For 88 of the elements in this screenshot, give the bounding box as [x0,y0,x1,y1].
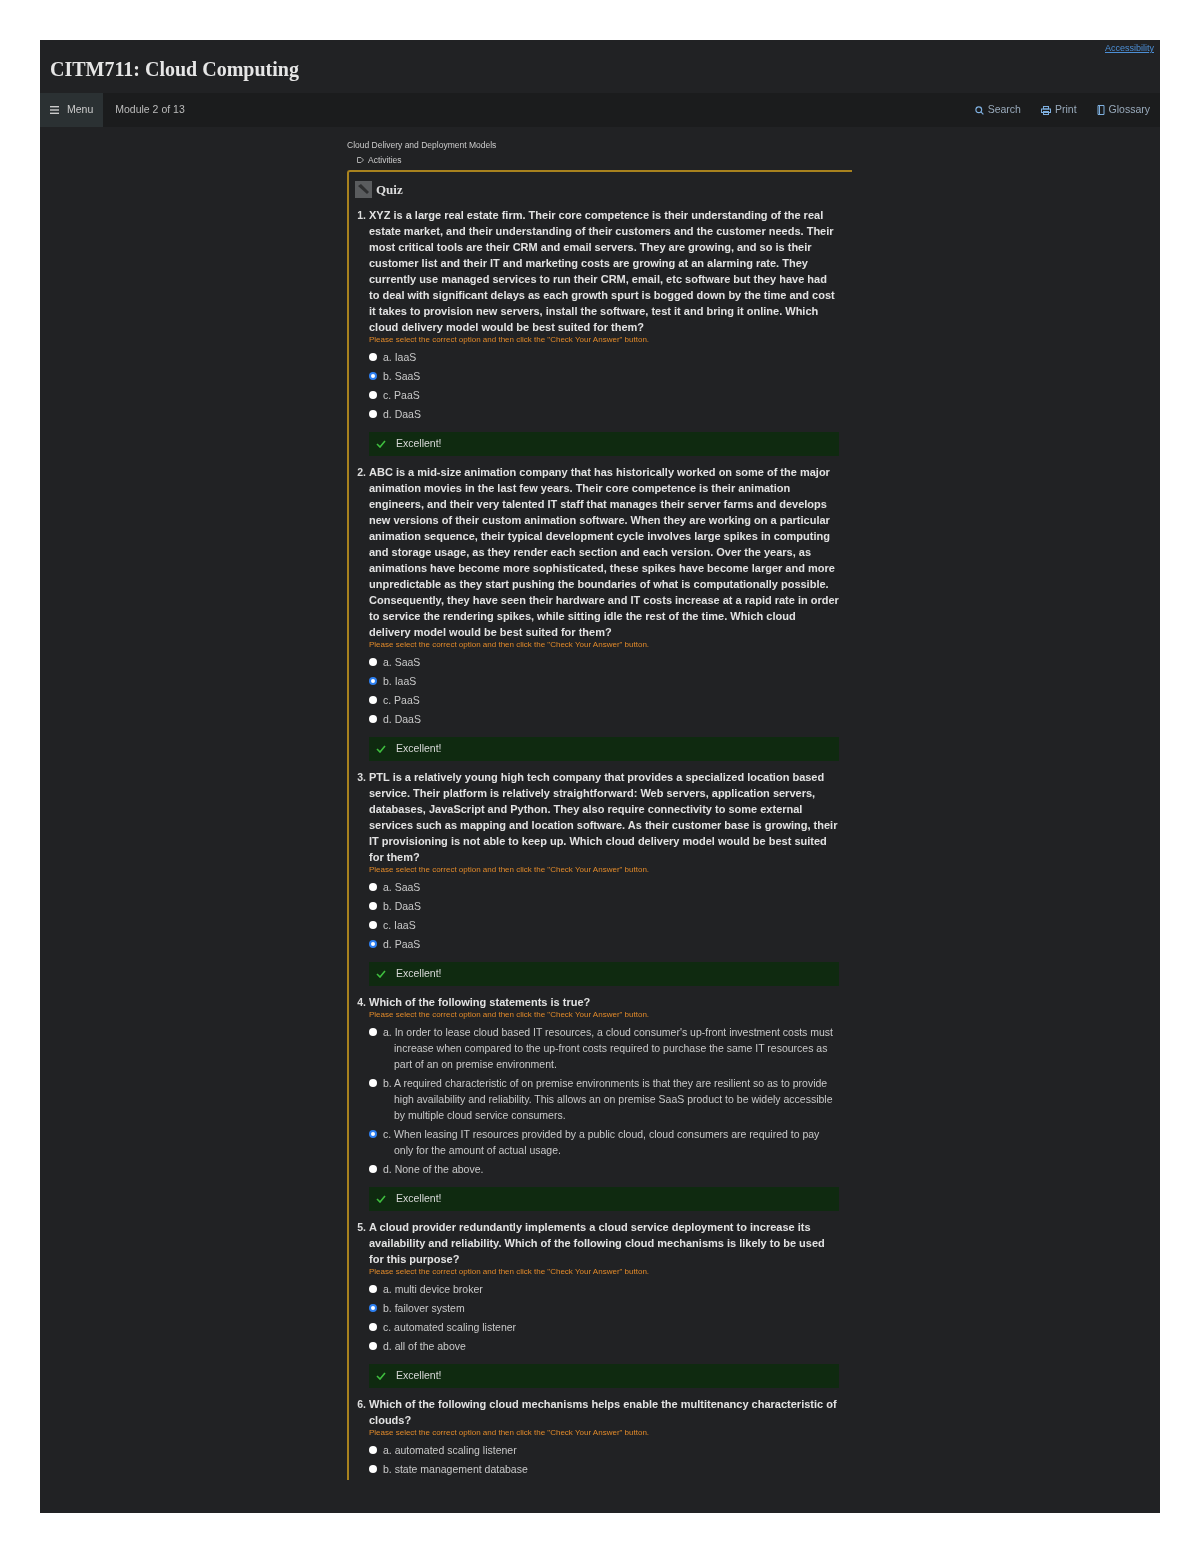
section-label: Activities [368,153,402,167]
module-indicator: Module 2 of 13 [114,102,186,118]
check-icon [376,970,386,978]
feedback-text: Excellent! [396,436,442,452]
option-label: a. automated scaling listener [383,1443,517,1458]
instruction-text: Please select the correct option and then click the "Check Your Answer" button. [369,335,651,344]
option-label: b. A required characteristic of on premise environments is that they are resilient so as to provide high availability and reliability. This allows an on premise SaaS product to be widely accessible by multiple cloud service consumers. [383,1076,834,1123]
radio-button[interactable] [369,715,377,723]
option-label: a. SaaS [383,880,421,895]
radio-button[interactable] [369,1465,377,1473]
check-icon [376,1372,386,1380]
radio-button[interactable] [369,921,377,929]
question-text: PTL is a relatively young high tech company that provides a specialized location based service. Their platform is relatively straightforward: Web servers, application servers, databases, JavaScript and Python. They also require connectivity to some external services such as mapping and location software. As their customer base is growing, their IT provisioning is not able to keep up. Which cloud delivery model would be best suited for them? [369,770,839,865]
breadcrumb-link[interactable]: Cloud Delivery and Deployment Models [347,139,852,152]
instruction-text: Please select the correct option and then click the "Check Your Answer" button. [369,1267,651,1276]
radio-button[interactable] [369,1342,377,1350]
accessibility-link[interactable]: Accessibility [1105,42,1154,56]
question-text: Which of the following statements is true? [369,995,592,1010]
option-label: c. When leasing IT resources provided by a public cloud, cloud consumers are required to pay only for the amount of actual usage. [383,1127,821,1158]
question-number: 2. [356,465,366,480]
radio-button[interactable] [369,902,377,910]
radio-button[interactable] [369,677,377,685]
option-label: b. IaaS [383,674,417,689]
search-button[interactable]: Search [964,93,1031,127]
option-label: d. DaaS [383,712,421,727]
radio-button[interactable] [369,696,377,704]
instruction-text: Please select the correct option and then click the "Check Your Answer" button. [369,640,651,649]
course-title: CITM711: Cloud Computing [50,57,300,83]
radio-button[interactable] [369,1079,377,1087]
radio-button[interactable] [369,410,377,418]
question-text: XYZ is a large real estate firm. Their core competence is their understanding of the real estate market, and their understanding of their customers and the customer needs. Their most critical tools are their CRM and email servers. They are growing, and so is their customer list and their IT and marketing costs are growing at an alarming rate. They currently use managed services to run their CRM, email, etc software but they have had to deal with significant delays as each growth spurt is bogged down by the time and cost it takes to provision new servers, install the software, test it and bring it online. Which cloud delivery model would be best suited for them? [369,208,836,335]
radio-button[interactable] [369,658,377,666]
feedback-text: Excellent! [396,1191,442,1207]
radio-button[interactable] [369,883,377,891]
menu-button[interactable]: Menu [40,93,104,127]
instruction-text: Please select the correct option and then click the "Check Your Answer" button. [369,1010,651,1019]
option-label: c. PaaS [383,693,420,708]
option-label: c. automated scaling listener [383,1320,517,1335]
glossary-button[interactable]: Glossary [1086,93,1160,127]
question-text: Which of the following cloud mechanisms helps enable the multitenancy characteristic of clouds? [369,1397,838,1428]
radio-button[interactable] [369,1446,377,1454]
option-label: a. multi device broker [383,1282,483,1297]
option-label: a. IaaS [383,350,417,365]
radio-button[interactable] [369,1130,377,1138]
option-label: c. IaaS [383,918,416,933]
option-label: b. state management database [383,1462,528,1477]
radio-button[interactable] [369,353,377,361]
option-label: d. DaaS [383,407,421,422]
option-label: d. None of the above. [383,1162,484,1177]
question-number: 6. [356,1397,366,1412]
instruction-text: Please select the correct option and then click the "Check Your Answer" button. [369,865,651,874]
feedback-text: Excellent! [396,966,442,982]
print-button[interactable]: Print [1030,93,1087,127]
option-label: b. failover system [383,1301,465,1316]
question-number: 3. [356,770,366,785]
option-label: b. DaaS [383,899,421,914]
check-icon [376,1195,386,1203]
activity-icon [357,157,364,164]
check-icon [376,440,386,448]
radio-button[interactable] [369,1028,377,1036]
feedback-text: Excellent! [396,1368,442,1384]
option-label: d. PaaS [383,937,421,952]
search-icon [974,105,984,115]
printer-icon [1040,105,1051,115]
radio-button[interactable] [369,372,377,380]
quiz-title: Quiz [376,180,403,199]
radio-button[interactable] [369,940,377,948]
question-text: ABC is a mid-size animation company that has historically worked on some of the major animation movies in the last few years. Their core competence is their animation engineers, and their very talented IT staff that manages their server farms and develops new versions of their custom animation software. When they are working on a particular animation sequence, their typical development cycle involves large spikes in computing and storage usage, as they render each section and each version. Over the years, as animations have become more sophisticated, these spikes have become larger and more unpredictable as they start pushing the boundaries of what is computationally possible. Consequently, they have seen their hardware and IT costs increase at a rapid rate in order to service the rendering spikes, while sitting idle the rest of the time. Which cloud delivery model would be best suited for them? [369,465,839,640]
radio-button[interactable] [369,1165,377,1173]
question-number: 1. [356,208,366,223]
question-text: A cloud provider redundantly implements a cloud service deployment to increase its availability and reliability. Which of the following cloud mechanisms is likely to be used for this purpose? [369,1220,826,1267]
book-icon [1096,105,1105,115]
radio-button[interactable] [369,1323,377,1331]
radio-button[interactable] [369,1285,377,1293]
option-label: c. PaaS [383,388,420,403]
option-label: a. SaaS [383,655,421,670]
radio-button[interactable] [369,391,377,399]
question-number: 5. [356,1220,366,1235]
option-label: a. In order to lease cloud based IT resources, a cloud consumer's up-front investment costs must increase when compared to the up-front costs required to purchase the same IT resources as part of an on premise environment. [383,1025,835,1072]
instruction-text: Please select the correct option and then click the "Check Your Answer" button. [369,1428,651,1437]
option-label: d. all of the above [383,1339,466,1354]
radio-button[interactable] [369,1304,377,1312]
feedback-text: Excellent! [396,741,442,757]
menu-icon [50,106,59,114]
question-number: 4. [356,995,366,1010]
quiz-icon [355,180,372,198]
option-label: b. SaaS [383,369,421,384]
check-icon [376,745,386,753]
